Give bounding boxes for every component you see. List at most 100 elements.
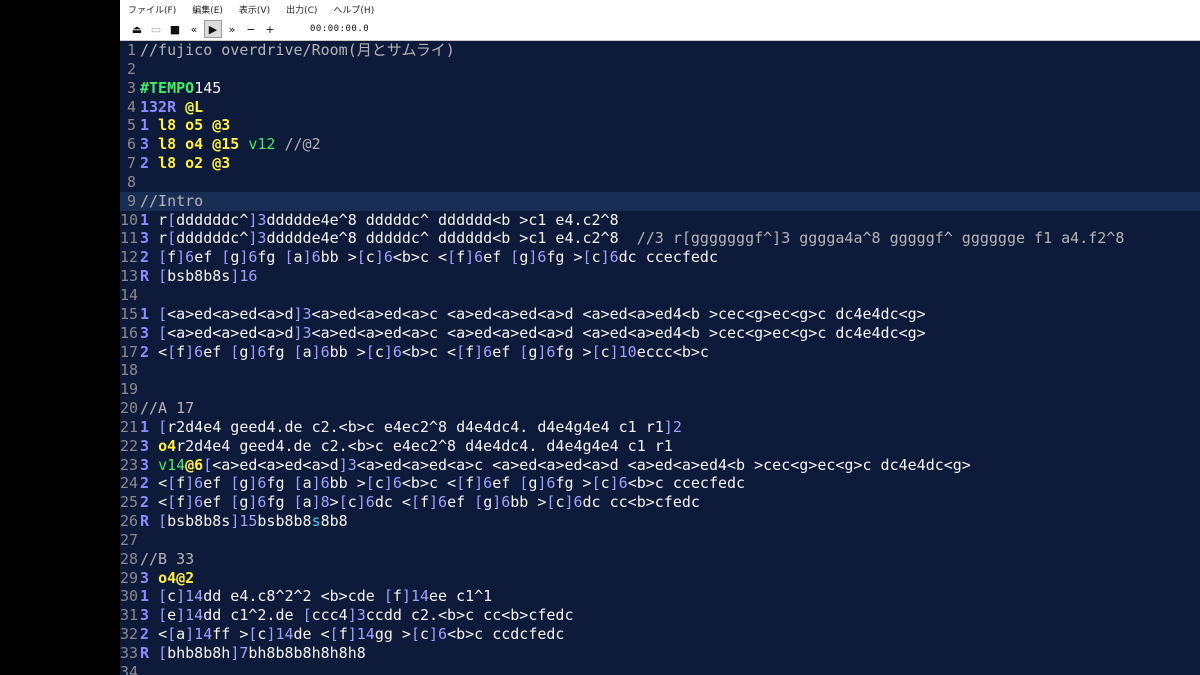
line-number: 2 xyxy=(126,59,136,78)
code-line[interactable]: 63 l8 o4 @15 v12 //@2 xyxy=(120,135,1200,154)
code-line[interactable]: 2 xyxy=(120,60,1200,79)
code-line[interactable]: 24 2 <[f]6ef [g]6fg [a]6bb >[c]6<b>c <[f]… xyxy=(120,474,1200,493)
code-line[interactable]: 19 xyxy=(120,380,1200,399)
code-token: ]7 xyxy=(230,644,249,662)
code-token: <a>ed<a>ed<a>d xyxy=(167,304,294,323)
code-token: [ xyxy=(510,248,520,267)
code-token: <b>c ccecfedc xyxy=(627,474,746,493)
code-token: ]6 xyxy=(176,248,195,267)
code-token: [ xyxy=(474,493,484,512)
code-line[interactable]: 51 l8 o5 @3 xyxy=(120,116,1200,135)
code-line[interactable]: 4 132R @L xyxy=(120,98,1200,117)
line-text: 132R @L xyxy=(140,98,203,117)
code-line[interactable]: 14 xyxy=(120,286,1200,305)
code-line[interactable]: 13 R [bsb8b8s]16 xyxy=(120,267,1200,286)
code-token: c xyxy=(374,342,384,361)
menu-item[interactable]: 編集(E) xyxy=(192,3,223,16)
line-text: 3 l8 o4 @15 v12 //@2 xyxy=(140,135,321,154)
code-token: [ xyxy=(519,474,529,493)
code-line[interactable]: 17 2 <[f]6ef [g]6fg [a]6bb >[c]6<b>c <[f]… xyxy=(120,343,1200,362)
menu-item[interactable]: 表示(V) xyxy=(239,3,270,16)
rewind-icon[interactable]: « xyxy=(185,20,203,38)
code-line[interactable]: 15 1 [<a>ed<a>ed<a>d]3<a>ed<a>ed<a>c <a>e… xyxy=(120,305,1200,324)
code-line[interactable]: 12 2 [f]6ef [g]6fg [a]6bb >[c]6<b>c <[f]6… xyxy=(120,248,1200,267)
save-icon[interactable]: ▭ xyxy=(147,20,165,38)
code-token: [ xyxy=(338,493,348,512)
code-token: ]3 xyxy=(293,323,312,342)
code-line[interactable]: 25 2 <[f]6ef [g]6fg [a]8>[c]6dc <[f]6ef [… xyxy=(120,493,1200,512)
code-line[interactable]: 21 1 [r2d4e4 geed4.de c2.<b>c e4ec2^8 d4e… xyxy=(120,418,1200,437)
menu-item[interactable]: ファイル(F) xyxy=(128,3,176,16)
line-text: 1 [c]14dd e4.c8^2^2 <b>cde [f]14ee c1^1 xyxy=(140,587,492,606)
code-token: @L xyxy=(185,97,204,116)
code-line[interactable]: 23 3 v14@6[<a>ed<a>ed<a>d]3<a>ed<a>ed<a>c… xyxy=(120,456,1200,475)
line-number: 32 xyxy=(120,625,139,644)
code-token: bsb8b8s xyxy=(167,267,231,286)
code-token: <a>ed<a>ed<a>d xyxy=(212,455,339,474)
code-token: [ xyxy=(591,474,601,493)
code-line[interactable]: 20//A 17 xyxy=(120,399,1200,418)
code-token: < xyxy=(158,493,168,512)
menu-item[interactable]: ヘルプ(H) xyxy=(333,3,374,16)
plus-icon[interactable]: + xyxy=(261,20,279,38)
code-token: f xyxy=(176,474,186,493)
code-token: [ xyxy=(329,625,339,644)
code-token: c xyxy=(600,474,610,493)
menu-item[interactable]: 出力(C) xyxy=(286,3,317,16)
code-line[interactable]: 11 3 r[ddddddc^]3ddddde4e^8 dddddc^ ddddd… xyxy=(120,229,1200,248)
code-token: fg > xyxy=(555,474,592,493)
code-editor[interactable]: 1//fujico overdrive/Room(月とサムライ) 2 3 #TEMPO… xyxy=(120,41,1200,675)
code-line[interactable]: 27 xyxy=(120,531,1200,550)
code-token: <a>ed<a>ed<a>c <a>ed<a>ed<a>d <a>ed<a>ed… xyxy=(311,323,926,342)
code-line[interactable]: 16 3 [<a>ed<a>ed<a>d]3<a>ed<a>ed<a>c <a>e… xyxy=(120,324,1200,343)
code-token: dd e4.c8^2^2 <b>cde xyxy=(203,587,384,606)
code-token: @6 xyxy=(185,455,204,474)
code-line[interactable]: 33 R [bhb8b8h]7bh8b8b8h8h8h8 xyxy=(120,644,1200,663)
code-line[interactable]: 9//Intro xyxy=(120,191,1200,211)
stop-icon[interactable]: ■ xyxy=(166,20,184,38)
line-text: 2 <[f]6ef [g]6fg [a]8>[c]6dc <[f]6ef [g]… xyxy=(140,493,700,512)
code-token: ]3 xyxy=(248,210,267,229)
code-token: g xyxy=(483,493,493,512)
line-number: 21 xyxy=(120,417,139,436)
code-token: 2 xyxy=(140,248,159,267)
code-line[interactable]: 72 l8 o2 @3 xyxy=(120,154,1200,173)
code-token: //B 33 xyxy=(140,549,195,568)
code-token: 1 xyxy=(140,116,159,135)
code-line[interactable]: 8 xyxy=(120,173,1200,192)
code-token: ddddde4e^8 dddddc^ dddddd<b >c1 e4.c2^8 xyxy=(266,229,637,248)
code-line[interactable]: 29 3 o4@2 xyxy=(120,569,1200,588)
code-line[interactable]: 28//B 33 xyxy=(120,550,1200,569)
code-line[interactable]: 26 R [bsb8b8s]15bsb8b8s8b8 xyxy=(120,512,1200,531)
code-line[interactable]: 22 3 o4r2d4e4 geed4.de c2.<b>c e4ec2^8 d4… xyxy=(120,437,1200,456)
code-line[interactable]: 10 1 r[ddddddc^]3ddddde4e^8 dddddc^ ddddd… xyxy=(120,211,1200,230)
code-line[interactable]: 32 2 <[a]14ff >[c]14de <[f]14gg >[c]6<b>c… xyxy=(120,625,1200,644)
code-line[interactable]: 3 #TEMPO145 xyxy=(120,79,1200,98)
code-token: <a>ed<a>ed<a>c <a>ed<a>ed<a>d <a>ed<a>ed… xyxy=(356,455,971,474)
code-token: ef xyxy=(203,474,231,493)
code-line[interactable]: 18 xyxy=(120,361,1200,380)
code-token: 1 xyxy=(140,587,159,606)
code-line[interactable]: 30 1 [c]14dd e4.c8^2^2 <b>cde [f]14ee c1^… xyxy=(120,587,1200,606)
code-token: <b>c < xyxy=(401,342,457,361)
code-token: c xyxy=(167,587,177,606)
line-number: 19 xyxy=(120,380,139,399)
code-token: ]6 xyxy=(239,248,258,267)
code-token: a xyxy=(302,493,312,512)
line-number: 8 xyxy=(126,172,136,191)
open-icon[interactable]: ⏏ xyxy=(128,20,146,38)
code-token: ]16 xyxy=(230,267,258,286)
line-number: 5 xyxy=(126,116,136,135)
code-line[interactable]: 34 xyxy=(120,663,1200,675)
code-line[interactable]: 31 3 [e]14dd c1^2.de [ccc4]3ccdd c2.<b>c … xyxy=(120,606,1200,625)
code-token: ]3 xyxy=(347,606,366,625)
code-token: fg > xyxy=(555,342,592,361)
code-token: 132R xyxy=(140,97,186,116)
minus-icon[interactable]: − xyxy=(242,20,260,38)
code-line[interactable]: 1//fujico overdrive/Room(月とサムライ) xyxy=(120,41,1200,60)
code-token: //A 17 xyxy=(140,399,195,418)
line-number: 17 xyxy=(120,342,139,361)
play-icon[interactable]: ▶ xyxy=(204,20,222,38)
fast-forward-icon[interactable]: » xyxy=(223,20,241,38)
code-token: ]6 xyxy=(356,493,375,512)
